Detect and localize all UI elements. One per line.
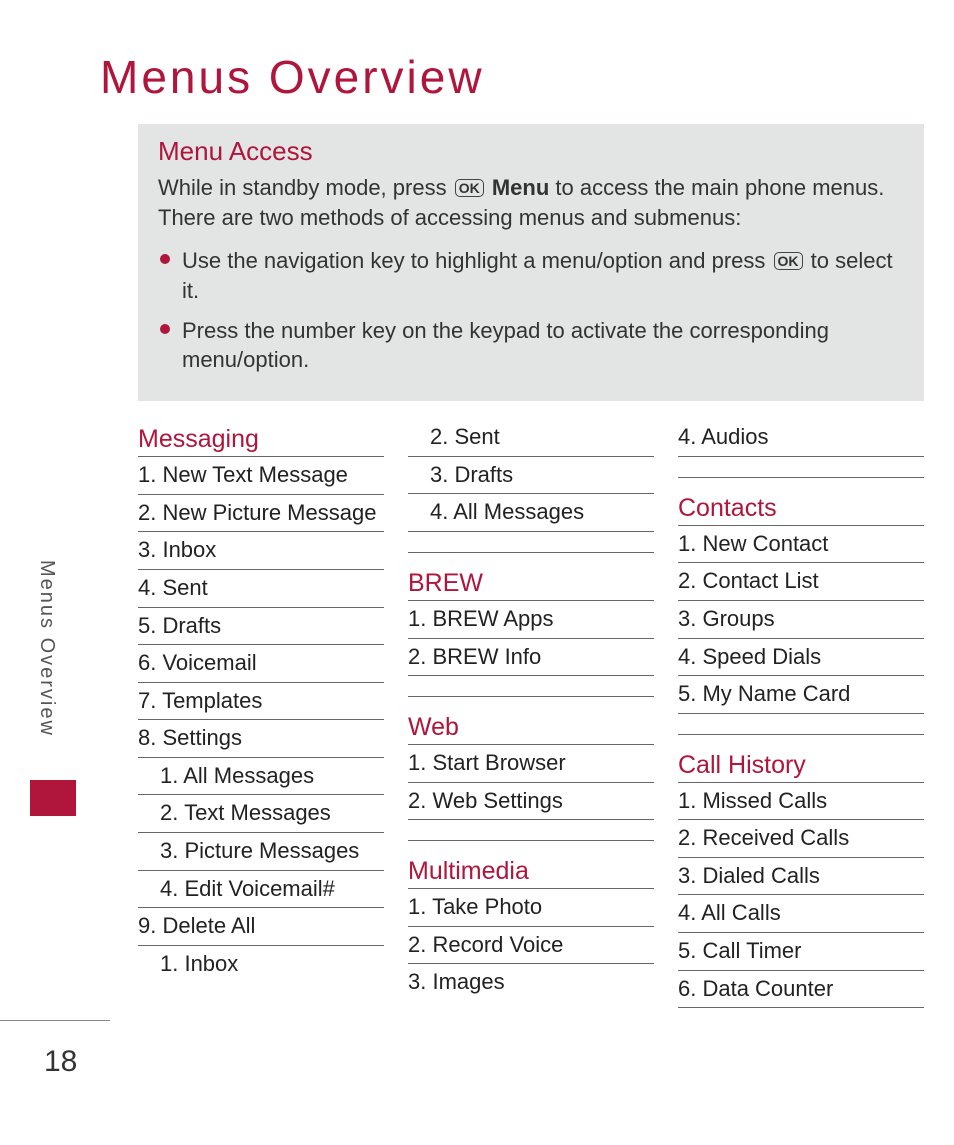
- list-item: 4. All Messages: [408, 494, 654, 532]
- access-bullet-1: Use the navigation key to highlight a me…: [158, 246, 904, 305]
- list-item: 2. New Picture Message: [138, 495, 384, 533]
- list-item: 1. New Contact: [678, 526, 924, 564]
- list-item: 2. BREW Info: [408, 639, 654, 677]
- list-item: 4. Audios: [678, 419, 924, 457]
- sublist-delete-all: 1. Inbox: [138, 946, 384, 983]
- list-item: 1. New Text Message: [138, 457, 384, 495]
- category-web: Web 1. Start Browser 2. Web Settings: [408, 696, 654, 820]
- category-multimedia: Multimedia 1. Take Photo 2. Record Voice…: [408, 840, 654, 1001]
- side-rule: [0, 1020, 110, 1021]
- list-item: 5. My Name Card: [678, 676, 924, 714]
- menu-access-intro: While in standby mode, press OK Menu to …: [158, 173, 904, 232]
- list-item: 4. Sent: [138, 570, 384, 608]
- page-number: 18: [44, 1045, 77, 1079]
- list-item: 5. Call Timer: [678, 933, 924, 971]
- menu-access-box: Menu Access While in standby mode, press…: [138, 124, 924, 401]
- category-messaging: Messaging 1. New Text Message 2. New Pic…: [138, 425, 384, 982]
- list-item: 4. All Calls: [678, 895, 924, 933]
- side-tab-bar: [30, 780, 76, 816]
- ok-key-icon: OK: [774, 252, 803, 270]
- list-item: 4. Speed Dials: [678, 639, 924, 677]
- list-item: 7. Templates: [138, 683, 384, 721]
- list-item: 3. Drafts: [408, 457, 654, 495]
- list-item: 2. Received Calls: [678, 820, 924, 858]
- list-item: 4. Edit Voicemail#: [138, 871, 384, 909]
- list-item: 2. Text Messages: [138, 795, 384, 833]
- column-3: 4. Audios Contacts 1. New Contact 2. Con…: [678, 419, 924, 1008]
- page-title: Menus Overview: [100, 50, 924, 104]
- list-item: 2. Contact List: [678, 563, 924, 601]
- intro-text-before: While in standby mode, press: [158, 175, 453, 200]
- side-tab-label: Menus Overview: [30, 560, 58, 737]
- category-title-call-history: Call History: [678, 734, 924, 783]
- list-item: 3. Dialed Calls: [678, 858, 924, 896]
- sublist-multimedia-continued: 4. Audios: [678, 419, 924, 457]
- list-item: 3. Images: [408, 964, 654, 1001]
- list-item: 3. Picture Messages: [138, 833, 384, 871]
- list-item: 8. Settings: [138, 720, 384, 758]
- category-brew: BREW 1. BREW Apps 2. BREW Info: [408, 552, 654, 676]
- sublist-settings: 1. All Messages 2. Text Messages 3. Pict…: [138, 758, 384, 908]
- ok-key-icon: OK: [455, 179, 484, 197]
- access-bullet-2: Press the number key on the keypad to ac…: [158, 316, 904, 375]
- list-item: 3. Inbox: [138, 532, 384, 570]
- column-1: Messaging 1. New Text Message 2. New Pic…: [138, 419, 384, 1008]
- list-item: 3. Groups: [678, 601, 924, 639]
- category-title-contacts: Contacts: [678, 477, 924, 526]
- list-item: 1. Inbox: [138, 946, 384, 983]
- category-title-web: Web: [408, 696, 654, 745]
- list-item: 2. Web Settings: [408, 783, 654, 821]
- sublist-delete-all-continued: 2. Sent 3. Drafts 4. All Messages: [408, 419, 654, 532]
- column-2: 2. Sent 3. Drafts 4. All Messages BREW 1…: [408, 419, 654, 1008]
- list-item: 9. Delete All: [138, 908, 384, 946]
- category-title-multimedia: Multimedia: [408, 840, 654, 889]
- list-item: 5. Drafts: [138, 608, 384, 646]
- category-title-messaging: Messaging: [138, 425, 384, 457]
- list-item: 1. Start Browser: [408, 745, 654, 783]
- list-item: 6. Data Counter: [678, 971, 924, 1009]
- list-item: 1. Missed Calls: [678, 783, 924, 821]
- list-item: 6. Voicemail: [138, 645, 384, 683]
- category-title-brew: BREW: [408, 552, 654, 601]
- list-item: 1. Take Photo: [408, 889, 654, 927]
- list-item: 2. Record Voice: [408, 927, 654, 965]
- list-item: 1. BREW Apps: [408, 601, 654, 639]
- menu-access-heading: Menu Access: [158, 136, 904, 167]
- menu-columns: Messaging 1. New Text Message 2. New Pic…: [138, 419, 924, 1008]
- list-item: 2. Sent: [408, 419, 654, 457]
- manual-page: Menus Overview Menu Access While in stan…: [0, 0, 954, 1145]
- menu-keyword: Menu: [492, 175, 549, 200]
- category-call-history: Call History 1. Missed Calls 2. Received…: [678, 734, 924, 1009]
- list-item: 1. All Messages: [138, 758, 384, 796]
- bullet1-before: Use the navigation key to highlight a me…: [182, 248, 772, 273]
- menu-access-list: Use the navigation key to highlight a me…: [158, 246, 904, 375]
- category-contacts: Contacts 1. New Contact 2. Contact List …: [678, 477, 924, 714]
